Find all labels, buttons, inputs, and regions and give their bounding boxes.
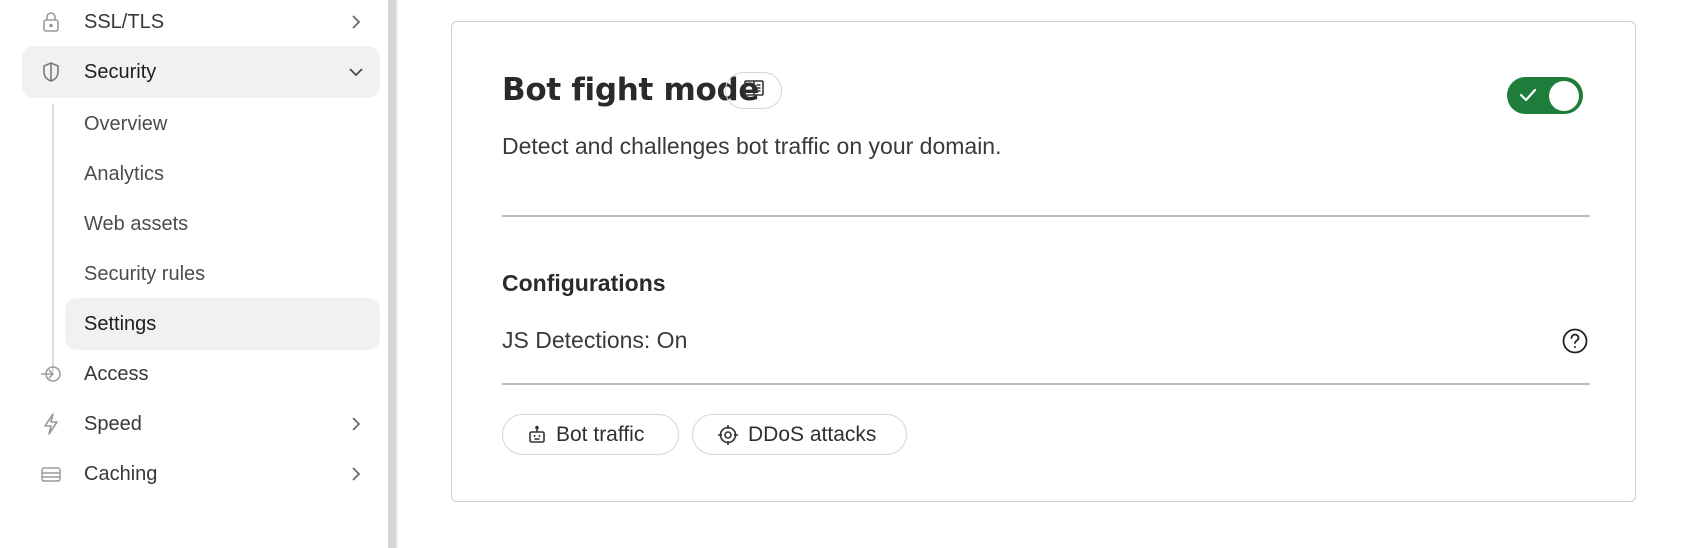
toggle-knob [1549, 81, 1579, 111]
sidebar-item-ssl-tls[interactable]: SSL/TLS [22, 0, 380, 48]
lock-icon [39, 10, 63, 34]
robot-icon [527, 425, 547, 445]
sidebar-item-label: Caching [84, 462, 158, 485]
subitem-label: Overview [84, 112, 168, 135]
chevron-right-icon [346, 464, 366, 484]
sidebar-subitem-security-rules[interactable]: Security rules [65, 248, 380, 300]
bot-fight-mode-card: Bot fight mode Detect and challenges bot… [451, 21, 1636, 502]
section-divider [502, 215, 1590, 217]
chevron-right-icon [346, 414, 366, 434]
card-title: Bot fight mode [502, 72, 760, 108]
documentation-button[interactable] [725, 72, 782, 109]
sidebar-item-access[interactable]: Access [22, 348, 380, 400]
book-icon [743, 79, 765, 102]
chip-bot-traffic[interactable]: Bot traffic [502, 414, 679, 455]
sidebar-subitem-settings[interactable]: Settings [65, 298, 380, 350]
subitem-label: Web assets [84, 212, 189, 235]
sidebar-subitem-web-assets[interactable]: Web assets [65, 198, 380, 250]
subitem-label: Settings [84, 312, 157, 335]
sidebar-item-caching[interactable]: Caching [22, 448, 380, 500]
sidebar-divider [396, 0, 398, 548]
sidebar-item-security[interactable]: Security [22, 46, 380, 98]
chip-label: Bot traffic [556, 422, 645, 446]
check-icon [1518, 87, 1538, 108]
sidebar-item-label: Security [84, 60, 157, 83]
sidebar-subitem-overview[interactable]: Overview [65, 98, 380, 150]
access-icon [39, 362, 63, 386]
sidebar-subitem-analytics[interactable]: Analytics [65, 148, 380, 200]
target-icon [717, 424, 739, 446]
subitem-label: Analytics [84, 162, 165, 185]
help-icon[interactable] [1561, 327, 1589, 355]
subitem-label: Security rules [84, 262, 206, 285]
sidebar-item-label: SSL/TLS [84, 10, 165, 33]
storage-icon [39, 462, 63, 486]
configurations-heading: Configurations [502, 270, 666, 296]
chevron-down-icon [346, 62, 366, 82]
chevron-right-icon [346, 12, 366, 32]
chip-label: DDoS attacks [748, 422, 877, 446]
bot-fight-mode-toggle[interactable] [1507, 77, 1583, 114]
chip-ddos-attacks[interactable]: DDoS attacks [692, 414, 907, 455]
sidebar-item-speed[interactable]: Speed [22, 398, 380, 450]
sidebar-item-label: Speed [84, 412, 142, 435]
bolt-icon [39, 412, 63, 436]
sidebar-scrollbar[interactable] [388, 0, 396, 548]
submenu-guide-line [52, 104, 54, 372]
sidebar-item-label: Access [84, 362, 149, 385]
shield-icon [39, 60, 63, 84]
sidebar: SSL/TLS Security Overview Analytics Web … [0, 0, 390, 548]
card-description: Detect and challenges bot traffic on you… [502, 133, 1002, 159]
section-divider [502, 383, 1590, 385]
js-detections-status: JS Detections: On [502, 327, 688, 353]
